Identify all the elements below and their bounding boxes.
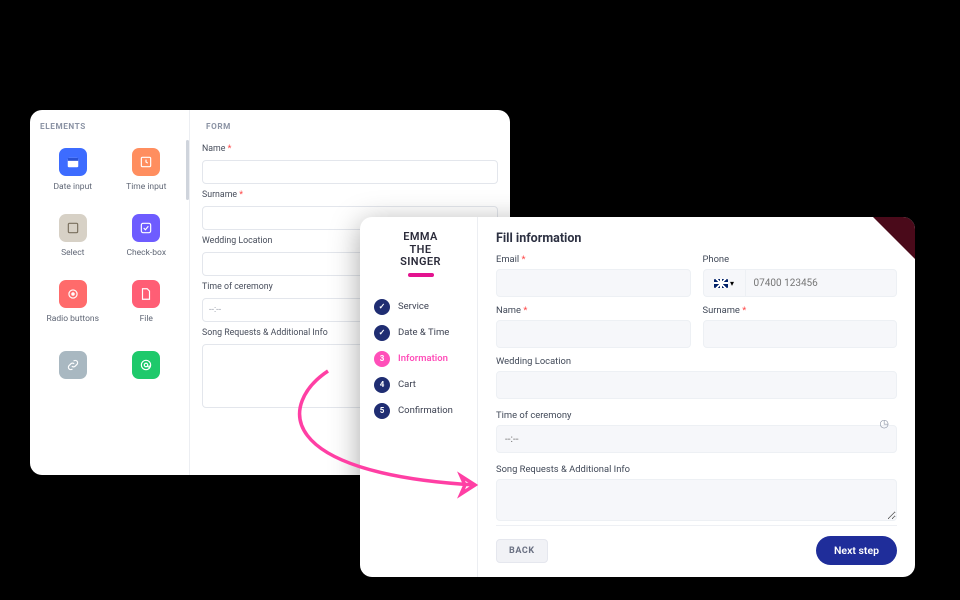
element-label: Date input bbox=[53, 182, 92, 192]
link-icon bbox=[59, 351, 87, 379]
phone-label: Phone bbox=[703, 254, 898, 265]
element-select[interactable]: Select bbox=[38, 204, 108, 268]
step-label: Confirmation bbox=[398, 405, 453, 416]
clock-icon: ◷ bbox=[879, 417, 889, 430]
elements-grid: Date input Time input Select Check-box bbox=[36, 138, 183, 400]
step-label: Information bbox=[398, 353, 448, 364]
name-label: Name * bbox=[202, 144, 498, 154]
element-label: Time input bbox=[126, 182, 166, 192]
step-confirmation[interactable]: 5 Confirmation bbox=[374, 403, 467, 419]
step-service[interactable]: ✓ Service bbox=[374, 299, 467, 315]
corner-ribbon-icon bbox=[872, 217, 915, 260]
location-label: Wedding Location bbox=[496, 356, 897, 367]
checkbox-icon bbox=[132, 214, 160, 242]
element-link[interactable] bbox=[38, 336, 108, 400]
name-field[interactable] bbox=[496, 320, 691, 348]
step-information[interactable]: 3 Information bbox=[374, 351, 467, 367]
step-label: Date & Time bbox=[398, 327, 449, 338]
panel-title: Fill information bbox=[496, 231, 897, 246]
uk-flag-icon bbox=[714, 279, 728, 288]
email-label: Email * bbox=[496, 254, 691, 265]
form-header: FORM bbox=[202, 118, 498, 138]
step-cart[interactable]: 4 Cart bbox=[374, 377, 467, 393]
check-icon: ✓ bbox=[374, 299, 390, 315]
country-code-selector[interactable]: ▾ bbox=[703, 269, 745, 297]
select-icon bbox=[59, 214, 87, 242]
step-number-icon: 3 bbox=[374, 351, 390, 367]
surname-field[interactable] bbox=[703, 320, 898, 348]
element-label: Select bbox=[61, 248, 84, 258]
step-label: Cart bbox=[398, 379, 416, 390]
notes-label: Song Requests & Additional Info bbox=[496, 464, 897, 475]
phone-field[interactable] bbox=[745, 269, 898, 297]
booking-footer: BACK Next step bbox=[496, 525, 897, 565]
at-icon bbox=[132, 351, 160, 379]
notes-field[interactable] bbox=[496, 479, 897, 521]
step-number-icon: 5 bbox=[374, 403, 390, 419]
scrollbar-thumb[interactable] bbox=[186, 140, 189, 200]
elements-header: ELEMENTS bbox=[36, 118, 183, 138]
time-field[interactable] bbox=[496, 425, 897, 453]
element-label: Check-box bbox=[126, 248, 166, 258]
element-label: Radio buttons bbox=[46, 314, 99, 324]
step-label: Service bbox=[398, 301, 429, 312]
stepper: ✓ Service ✓ Date & Time 3 Information 4 … bbox=[374, 299, 467, 419]
clock-box-icon bbox=[132, 148, 160, 176]
element-date-input[interactable]: Date input bbox=[38, 138, 108, 202]
email-field[interactable] bbox=[496, 269, 691, 297]
element-file[interactable]: File bbox=[112, 270, 182, 334]
booking-widget: EMMA THE SINGER ✓ Service ✓ Date & Time … bbox=[360, 217, 915, 577]
back-button[interactable]: BACK bbox=[496, 539, 548, 563]
name-label: Name * bbox=[496, 305, 691, 316]
element-radio[interactable]: Radio buttons bbox=[38, 270, 108, 334]
chevron-down-icon: ▾ bbox=[730, 279, 734, 288]
next-step-button[interactable]: Next step bbox=[816, 536, 897, 565]
radio-icon bbox=[59, 280, 87, 308]
element-email[interactable] bbox=[112, 336, 182, 400]
calendar-icon bbox=[59, 148, 87, 176]
element-checkbox[interactable]: Check-box bbox=[112, 204, 182, 268]
surname-label: Surname * bbox=[202, 190, 498, 200]
booking-form-panel: Fill information Email * Phone ▾ Name * bbox=[478, 217, 915, 577]
brand-logo: EMMA THE SINGER bbox=[374, 231, 467, 277]
step-datetime[interactable]: ✓ Date & Time bbox=[374, 325, 467, 341]
elements-panel: ELEMENTS Date input Time input Select bbox=[30, 110, 190, 475]
element-time-input[interactable]: Time input bbox=[112, 138, 182, 202]
location-field[interactable] bbox=[496, 371, 897, 399]
surname-label: Surname * bbox=[703, 305, 898, 316]
check-icon: ✓ bbox=[374, 325, 390, 341]
time-label: Time of ceremony bbox=[496, 410, 897, 421]
booking-sidebar: EMMA THE SINGER ✓ Service ✓ Date & Time … bbox=[360, 217, 478, 577]
file-icon bbox=[132, 280, 160, 308]
step-number-icon: 4 bbox=[374, 377, 390, 393]
name-field[interactable] bbox=[202, 160, 498, 184]
element-label: File bbox=[140, 314, 153, 324]
